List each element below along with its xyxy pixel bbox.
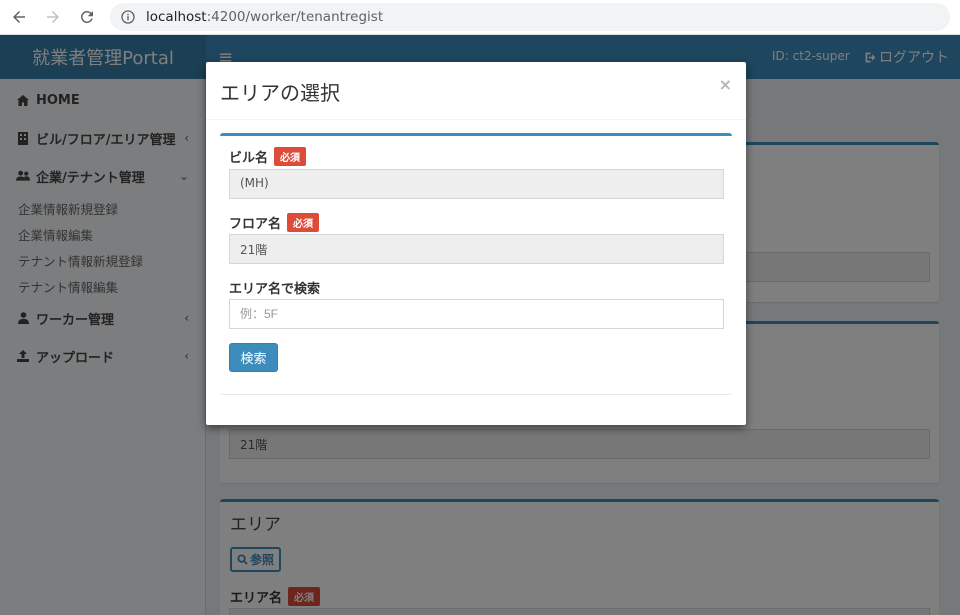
area-search-label: エリア名で検索 <box>229 278 320 297</box>
building-name-field: (MH) <box>229 169 724 199</box>
close-icon[interactable]: × <box>719 75 732 94</box>
url-host: localhost <box>146 9 207 25</box>
info-icon <box>121 10 135 24</box>
floor-name-text: フロア名 <box>229 217 282 232</box>
required-badge: 必須 <box>287 213 320 232</box>
building-name-text: ビル名 <box>229 151 269 166</box>
search-button[interactable]: 検索 <box>229 343 278 372</box>
back-button[interactable] <box>4 2 34 32</box>
required-badge: 必須 <box>274 147 307 166</box>
floor-name-field: 21階 <box>229 234 724 264</box>
forward-button[interactable] <box>38 2 68 32</box>
url-text: localhost:4200/worker/tenantregist <box>146 9 383 25</box>
area-select-modal: エリアの選択 × ビル名 必須 (MH) フロア名 必須 21階 エリア名で検索… <box>206 62 746 425</box>
reload-icon <box>80 10 93 23</box>
area-search-text: エリア名で検索 <box>229 282 321 297</box>
arrow-right-icon <box>47 11 59 23</box>
arrow-left-icon <box>13 11 25 23</box>
building-name-label: ビル名 必須 <box>229 147 307 166</box>
modal-form-box: ビル名 必須 (MH) フロア名 必須 21階 エリア名で検索 検索 <box>220 133 732 395</box>
reload-button[interactable] <box>72 2 102 32</box>
url-path: :4200/worker/tenantregist <box>206 9 384 25</box>
modal-header: エリアの選択 × <box>206 62 746 120</box>
modal-title: エリアの選択 <box>220 81 340 105</box>
browser-toolbar: localhost:4200/worker/tenantregist <box>0 0 960 35</box>
area-search-input[interactable] <box>229 299 724 329</box>
floor-name-label: フロア名 必須 <box>229 213 320 232</box>
address-bar[interactable]: localhost:4200/worker/tenantregist <box>110 3 950 31</box>
